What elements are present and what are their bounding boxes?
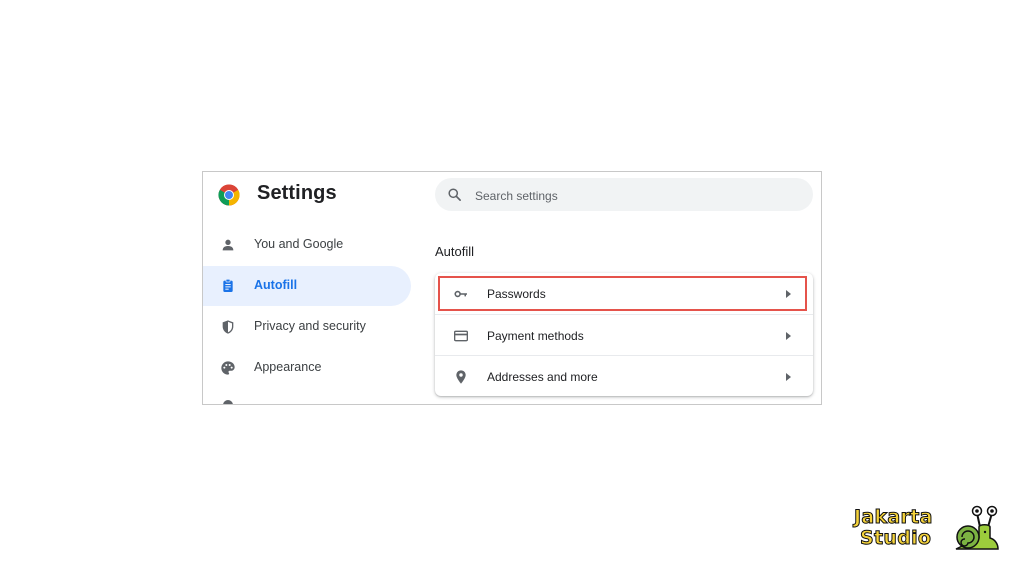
row-label: Passwords bbox=[487, 287, 546, 301]
shield-icon bbox=[222, 320, 234, 334]
autofill-card: Passwords Payment methods Addresses and … bbox=[435, 273, 813, 396]
partially-visible-icon bbox=[223, 400, 233, 404]
arrow-right-icon bbox=[786, 332, 791, 340]
search-input[interactable] bbox=[473, 178, 797, 213]
sidebar-item-label: You and Google bbox=[254, 237, 344, 251]
sidebar-item-appearance[interactable]: Appearance bbox=[203, 348, 411, 388]
jakarta-studio-logo: Jakarta Studio bbox=[852, 505, 1004, 553]
sidebar-item-label: Appearance bbox=[254, 360, 322, 374]
sidebar-item-label: Privacy and security bbox=[254, 319, 366, 333]
section-title: Autofill bbox=[435, 244, 475, 259]
person-icon bbox=[222, 239, 234, 251]
search-icon bbox=[448, 188, 461, 201]
search-bar[interactable] bbox=[435, 178, 813, 213]
credit-card-icon bbox=[454, 330, 468, 342]
logo-text-line1: Jakarta bbox=[854, 506, 933, 529]
sidebar-item-privacy-and-security[interactable]: Privacy and security bbox=[203, 307, 411, 347]
logo-text-line2: Studio bbox=[859, 527, 932, 550]
location-pin-icon bbox=[456, 370, 466, 384]
snail-mascot-icon bbox=[955, 505, 999, 550]
page-title: Settings bbox=[257, 182, 337, 204]
addresses-row[interactable]: Addresses and more bbox=[435, 355, 813, 397]
arrow-right-icon bbox=[786, 290, 791, 298]
row-label: Addresses and more bbox=[487, 370, 598, 384]
clipboard-icon bbox=[223, 279, 233, 292]
sidebar-item-you-and-google[interactable]: You and Google bbox=[203, 225, 411, 265]
arrow-right-icon bbox=[786, 373, 791, 381]
chrome-logo-icon bbox=[218, 184, 240, 206]
row-label: Payment methods bbox=[487, 329, 584, 343]
settings-window: Settings You and Google Autofill Priva bbox=[202, 171, 822, 405]
payment-methods-row[interactable]: Payment methods bbox=[435, 314, 813, 356]
key-icon bbox=[454, 290, 467, 298]
sidebar-item-label: Autofill bbox=[254, 278, 298, 292]
palette-icon bbox=[221, 361, 235, 375]
passwords-row[interactable]: Passwords bbox=[435, 273, 813, 314]
sidebar-item-autofill[interactable]: Autofill bbox=[203, 266, 411, 306]
